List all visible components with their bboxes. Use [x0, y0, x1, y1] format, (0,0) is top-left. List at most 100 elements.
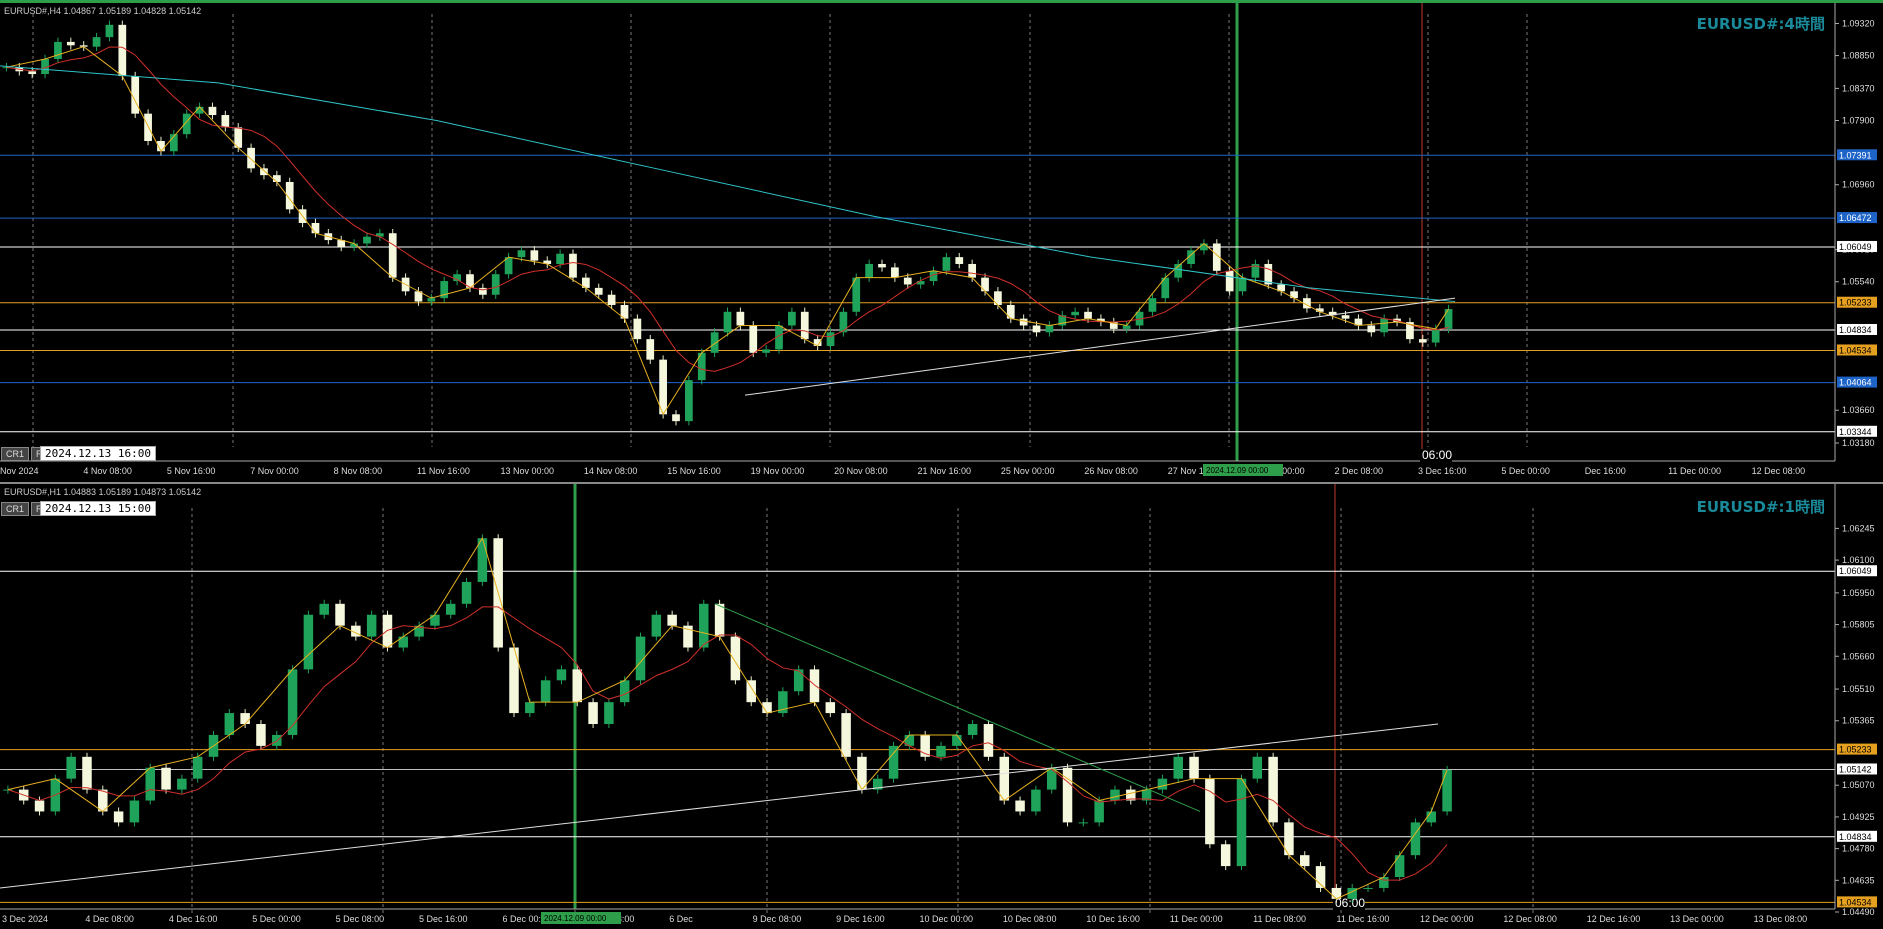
candle-body [1071, 311, 1080, 316]
candle-body [749, 325, 758, 353]
price-tick-label: 1.08370 [1842, 83, 1875, 93]
time-axis-label: 12 Dec 16:00 [1587, 914, 1641, 924]
candle-body [793, 669, 804, 692]
candle-body [955, 257, 964, 264]
candle-body [1148, 298, 1157, 312]
candle-body [1110, 789, 1120, 801]
candle-body [118, 24, 127, 77]
price-level-label: 1.06049 [1839, 566, 1872, 576]
candle-body [28, 71, 37, 75]
candle-body [525, 702, 535, 714]
candle-body [607, 294, 616, 305]
time-axis-label: 3 Dec 16:00 [1418, 466, 1467, 476]
candle-body [1122, 325, 1131, 329]
price-tick-label: 1.03180 [1842, 438, 1875, 448]
candle-body [667, 614, 677, 626]
candle-body [1268, 756, 1278, 823]
time-axis-label: 6 Dec [669, 914, 693, 924]
price-tick-label: 1.05510 [1842, 684, 1875, 694]
candle-body [604, 702, 614, 725]
candle-body [968, 263, 977, 278]
candle-body [1300, 855, 1310, 867]
candle-body [1418, 339, 1427, 343]
candle-body [556, 253, 564, 264]
candle-body [857, 756, 867, 790]
cr1-button[interactable]: CR1 [1, 502, 30, 516]
candle-body [224, 713, 235, 735]
time-axis-label: 5 Dec 08:00 [336, 914, 385, 924]
candle-body [878, 263, 886, 268]
candle-body [633, 318, 642, 340]
candle-body [1363, 887, 1373, 889]
candle-body [1046, 767, 1057, 790]
candle-body [1431, 328, 1440, 343]
candle-body [572, 669, 582, 703]
price-tick-label: 1.07900 [1842, 115, 1875, 125]
candle-body [256, 724, 266, 746]
chart-pane-h4[interactable]: EURUSD#,H4 1.04867 1.05189 1.04828 1.051… [0, 0, 1883, 482]
candle-body [730, 636, 741, 681]
chart-pane-h1[interactable]: EURUSD#,H1 1.04883 1.05189 1.04873 1.051… [0, 482, 1883, 929]
candle-body [144, 113, 152, 141]
time-axis-label: 12 Dec 08:00 [1752, 466, 1806, 476]
zigzag-line [7, 537, 1448, 900]
candle-body [366, 614, 377, 637]
candle-body [710, 332, 719, 353]
price-chart-h1[interactable]: 1.06245 1.06100 1.05950 1.05805 1.05660 1.055… [0, 484, 1883, 929]
candle-body [723, 311, 732, 333]
candle-body [182, 113, 191, 135]
candle-body [952, 734, 962, 746]
candle-body [651, 614, 662, 637]
price-tick-label: 1.05805 [1842, 620, 1875, 630]
time-axis-label: 26 Nov 08:00 [1084, 466, 1138, 476]
price-level-label: 1.06472 [1839, 213, 1872, 223]
candle-body [556, 669, 567, 681]
candle-body [240, 713, 250, 725]
candle-body [66, 756, 76, 779]
time-axis-label: 21 Nov 16:00 [918, 466, 972, 476]
price-tick-label: 1.04925 [1842, 812, 1875, 822]
price-level-label: 1.05142 [1839, 764, 1872, 774]
candle-body [891, 267, 899, 278]
price-level-label: 1.04834 [1839, 325, 1872, 335]
candle-body [363, 236, 371, 244]
candle-body [999, 756, 1010, 801]
candle-body [1189, 756, 1199, 779]
time-axis-label: 11 Nov 16:00 [417, 466, 470, 476]
price-level-label: 1.06049 [1839, 242, 1872, 252]
candle-body [1252, 756, 1263, 779]
candle-body [540, 680, 551, 703]
candle-body [619, 680, 630, 703]
candle-body [82, 756, 92, 790]
candle-body [646, 339, 655, 360]
candle-body [714, 603, 725, 637]
candle-body [161, 767, 171, 790]
candle-body [788, 311, 796, 326]
candle-body [903, 277, 912, 285]
candle-body [672, 414, 680, 422]
candle-body [272, 175, 281, 182]
candle-body [1019, 318, 1028, 326]
candle-body [303, 614, 314, 670]
candle-body [1006, 304, 1015, 319]
highlight-date-label: 2024.12.09 00:00 [1206, 466, 1269, 475]
price-tick-label: 1.04490 [1842, 907, 1875, 917]
price-chart-h4[interactable]: 1.09320 1.08850 1.08370 1.07900 1.06960 1.060… [0, 3, 1883, 482]
time-axis-label: 5 Dec 16:00 [419, 914, 468, 924]
candle-body [936, 745, 946, 757]
candle-body [1200, 243, 1208, 251]
time-axis-label: Nov 2024 [0, 466, 39, 476]
cr1-button[interactable]: CR1 [1, 447, 30, 461]
time-axis-label: 12 Dec 08:00 [1503, 914, 1557, 924]
candle-body [461, 581, 472, 604]
candle-body [685, 380, 693, 422]
price-tick-label: 1.06100 [1842, 555, 1875, 565]
highlight-date-label: 2024.12.09 00:00 [544, 914, 607, 923]
candle-body [1045, 325, 1054, 333]
candle-body [1442, 769, 1452, 812]
candle-body [398, 636, 409, 648]
time-axis-label: 4 Dec 08:00 [85, 914, 134, 924]
price-level-label: 1.03344 [1839, 427, 1872, 437]
candle-body [1236, 778, 1247, 867]
price-tick-label: 1.05950 [1842, 588, 1875, 598]
